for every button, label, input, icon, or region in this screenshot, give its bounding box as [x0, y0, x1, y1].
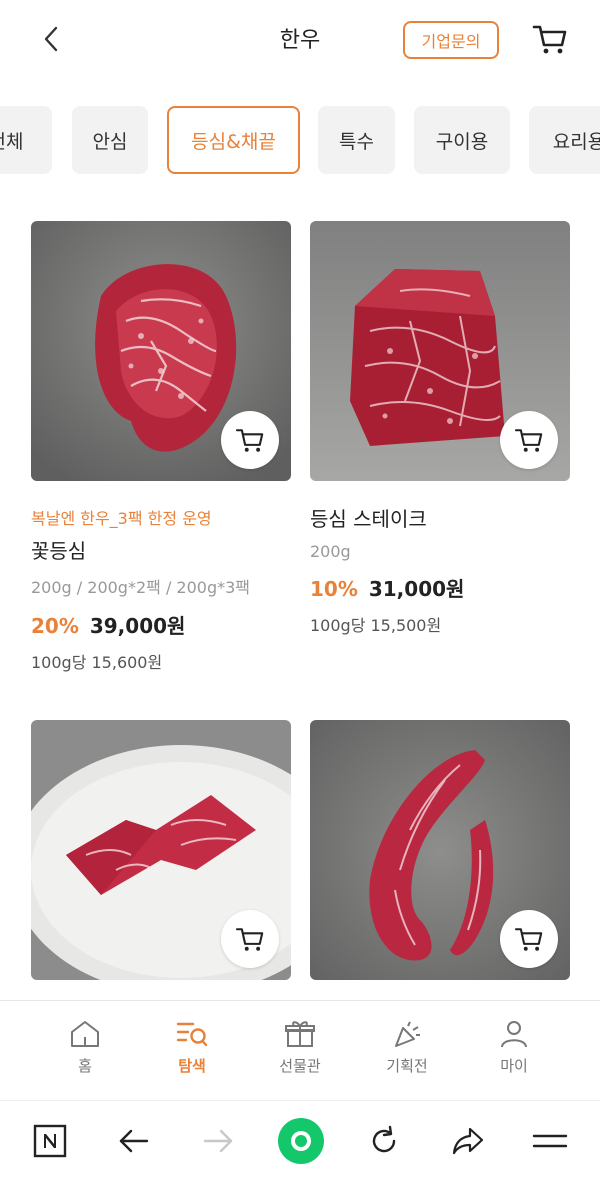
product-card[interactable] — [31, 720, 291, 980]
tab-label: 기획전 — [386, 1057, 428, 1075]
cart-icon — [532, 25, 567, 54]
bottom-tab-bar: 홈 탐색 선물관 기획전 마이 — [0, 1000, 600, 1098]
price-row: 20% 39,000원 — [31, 610, 291, 639]
tab-promotions[interactable]: 기획전 — [362, 1019, 452, 1076]
cart-button[interactable] — [530, 20, 570, 58]
product-options: 200g — [310, 542, 351, 561]
tab-explore[interactable]: 탐색 — [147, 1019, 237, 1076]
discount-rate: 20% — [31, 614, 79, 638]
tab-gift-shop[interactable]: 선물관 — [255, 1019, 345, 1076]
product-image[interactable] — [310, 221, 570, 481]
naver-logo-icon — [33, 1124, 67, 1158]
tab-special-cuts[interactable]: 특수 — [318, 106, 395, 174]
cart-icon — [235, 429, 264, 452]
product-image[interactable] — [31, 720, 291, 980]
tab-grilling[interactable]: 구이용 — [414, 106, 510, 174]
menu-button[interactable] — [530, 1121, 570, 1161]
chevron-left-icon — [44, 26, 58, 52]
sale-price: 39,000원 — [89, 614, 186, 638]
browser-toolbar — [0, 1100, 600, 1178]
tab-all[interactable]: 전체 — [0, 106, 52, 174]
product-image[interactable] — [31, 221, 291, 481]
tab-my-page[interactable]: 마이 — [469, 1019, 559, 1076]
cart-icon — [514, 928, 543, 951]
discount-rate: 10% — [310, 577, 358, 601]
unit-price: 100g당 15,500원 — [310, 616, 442, 635]
page-title: 한우 — [279, 28, 321, 53]
product-card[interactable] — [310, 720, 570, 980]
refresh-button[interactable] — [364, 1121, 404, 1161]
browser-forward-button[interactable] — [198, 1121, 238, 1161]
product-card[interactable]: 등심 스테이크 200g 10% 31,000원 100g당 15,500원 — [310, 221, 570, 636]
arrow-left-icon — [119, 1129, 149, 1153]
add-to-cart-button[interactable] — [500, 411, 558, 469]
product-name[interactable]: 등심 스테이크 — [310, 503, 570, 532]
tab-home[interactable]: 홈 — [40, 1019, 130, 1076]
party-icon — [395, 1021, 420, 1047]
category-tabs: 전체 안심 등심&채끝 특수 구이용 요리용 — [0, 106, 600, 176]
browser-main-button[interactable] — [276, 1116, 326, 1166]
sale-price: 31,000원 — [368, 577, 465, 601]
product-card[interactable]: 복날엔 한우_3팩 한정 운영 꽃등심 200g / 200g*2팩 / 200… — [31, 221, 291, 673]
tab-label: 탐색 — [178, 1057, 206, 1075]
unit-price: 100g당 15,600원 — [31, 653, 163, 672]
app-header: 한우 기업문의 — [0, 0, 600, 80]
refresh-icon — [372, 1125, 396, 1153]
add-to-cart-button[interactable] — [500, 910, 558, 968]
product-options: 200g / 200g*2팩 / 200g*3팩 — [31, 578, 251, 597]
tab-sirloin-striploin[interactable]: 등심&채끝 — [167, 106, 300, 174]
tab-tenderloin[interactable]: 안심 — [72, 106, 148, 174]
business-inquiry-button[interactable]: 기업문의 — [403, 21, 499, 59]
add-to-cart-button[interactable] — [221, 411, 279, 469]
product-promo: 복날엔 한우_3팩 한정 운영 — [31, 509, 212, 528]
person-icon — [501, 1021, 527, 1048]
share-arrow-icon — [452, 1127, 484, 1155]
tab-label: 선물관 — [279, 1057, 321, 1075]
share-button[interactable] — [448, 1121, 488, 1161]
home-icon — [71, 1021, 99, 1047]
cart-icon — [235, 928, 264, 951]
arrow-right-icon — [203, 1129, 233, 1153]
tab-cooking[interactable]: 요리용 — [529, 106, 600, 174]
tab-label: 홈 — [78, 1057, 92, 1075]
price-row: 10% 31,000원 — [310, 573, 570, 602]
green-dot-icon — [278, 1118, 324, 1164]
product-image[interactable] — [310, 720, 570, 980]
search-list-icon — [176, 1022, 208, 1047]
hamburger-icon — [532, 1134, 568, 1148]
back-button[interactable] — [36, 22, 66, 56]
add-to-cart-button[interactable] — [221, 910, 279, 968]
gift-icon — [285, 1021, 315, 1047]
naver-home-button[interactable] — [30, 1121, 70, 1161]
product-name[interactable]: 꽃등심 — [31, 535, 291, 564]
cart-icon — [514, 429, 543, 452]
tab-label: 마이 — [500, 1057, 528, 1075]
browser-back-button[interactable] — [114, 1121, 154, 1161]
